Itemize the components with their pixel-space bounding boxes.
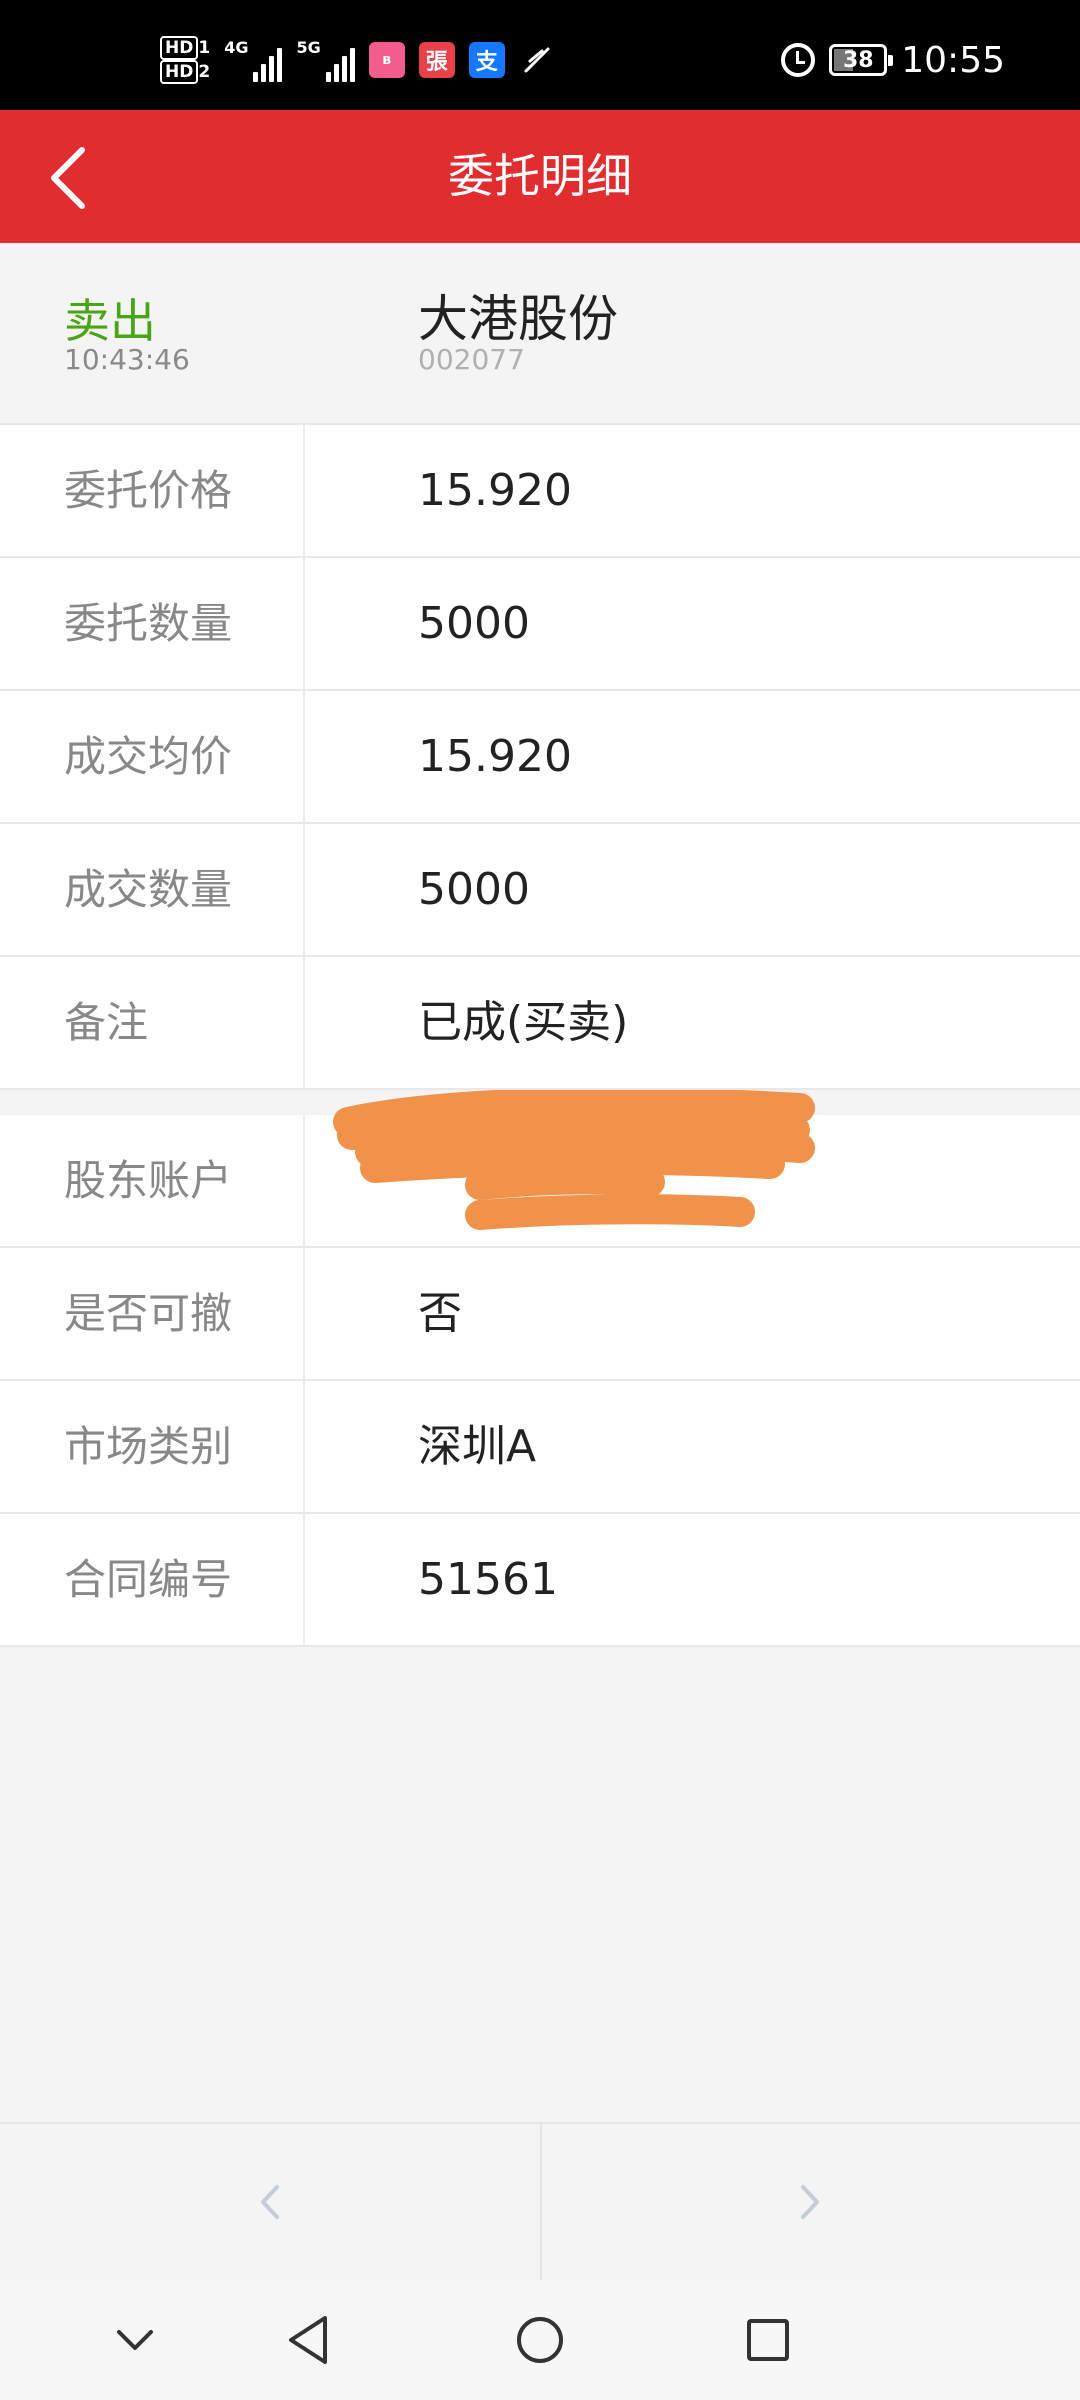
feather-icon [519,42,555,78]
hd-indicators: HD 1 HD 2 [160,36,210,84]
detail-label: 委托价格 [64,466,233,515]
column-divider [303,691,305,822]
alipay-icon: 支 [468,42,505,78]
column-divider [303,1248,305,1379]
back-button[interactable] [28,140,108,216]
nav-back-button[interactable] [268,2302,348,2378]
battery-icon: 38 [829,44,894,76]
detail-row-cancelable: 是否可撤 否 [0,1248,1080,1381]
title-bar: 委托明细 [0,110,1080,243]
detail-row-remark: 备注 已成(买卖) [0,957,1080,1090]
hd2-indicator: HD 2 [160,60,210,84]
chevron-left-icon [51,147,85,209]
order-time: 10:43:46 [64,343,190,376]
hd1-indicator: HD 1 [160,36,210,60]
chevron-right-icon [801,2185,819,2219]
prev-button[interactable] [0,2124,540,2280]
nav-hide-button[interactable] [95,2302,175,2378]
detail-label: 是否可撤 [64,1289,233,1338]
column-divider [303,558,305,689]
column-divider [303,1514,305,1645]
trade-side: 卖出 [64,294,156,348]
signal-5g-icon: 5G [296,38,355,82]
order-summary: 卖出 10:43:46 大港股份 002077 [0,243,1080,425]
detail-label: 合同编号 [64,1555,233,1604]
status-bar: HD 1 HD 2 4G 5G ʙ 張 支 38 10:55 [0,0,1080,110]
column-divider [303,1381,305,1512]
detail-row-avg-price: 成交均价 15.920 [0,691,1080,824]
nav-home-button[interactable] [500,2302,580,2378]
column-divider [303,425,305,556]
detail-row-quantity: 委托数量 5000 [0,558,1080,691]
detail-row-filled-qty: 成交数量 5000 [0,824,1080,957]
detail-value: 15.920 [418,465,572,516]
column-divider [303,1115,305,1246]
chevron-down-icon [117,2330,153,2350]
recents-square-icon [747,2319,789,2361]
pager [0,2122,1080,2280]
status-right: 38 10:55 [781,30,1005,90]
chevron-left-icon [261,2185,279,2219]
bilibili-icon: ʙ [368,42,405,78]
detail-label: 委托数量 [64,599,233,648]
page-title: 委托明细 [448,149,632,203]
detail-row-contract-no: 合同编号 51561 [0,1514,1080,1647]
detail-label: 成交数量 [64,865,233,914]
status-left: HD 1 HD 2 4G 5G ʙ 張 支 [160,30,555,90]
detail-value: 15.920 [418,731,572,782]
detail-label: 备注 [64,998,149,1047]
detail-label: 市场类别 [64,1422,233,1471]
alarm-icon [781,43,816,77]
detail-value: 已成(买卖) [418,997,629,1048]
status-time: 10:55 [901,39,1005,81]
detail-label: 成交均价 [64,732,233,781]
stock-name: 大港股份 [418,290,618,348]
detail-value: 5000 [418,864,530,915]
detail-row-market: 市场类别 深圳A [0,1381,1080,1514]
detail-value: 5000 [418,598,530,649]
zhang-app-icon: 張 [418,42,455,78]
system-nav-bar [0,2280,1080,2400]
stock-code: 002077 [418,343,525,376]
column-divider [303,957,305,1088]
detail-label: 股东账户 [64,1156,233,1205]
battery-level: 38 [842,47,874,73]
nav-recents-button[interactable] [728,2302,808,2378]
column-divider [303,824,305,955]
detail-value: 51561 [418,1554,558,1605]
next-button[interactable] [540,2124,1080,2280]
detail-value: 否 [418,1288,462,1339]
home-circle-icon [517,2317,563,2363]
redaction-scribble [333,1090,815,1230]
signal-4g-icon: 4G [224,38,283,82]
detail-row-price: 委托价格 15.920 [0,425,1080,558]
detail-value: 深圳A [418,1421,537,1472]
order-details-table: 委托价格 15.920 委托数量 5000 成交均价 15.920 成交数量 5… [0,425,1080,1090]
back-triangle-icon [289,2316,327,2364]
